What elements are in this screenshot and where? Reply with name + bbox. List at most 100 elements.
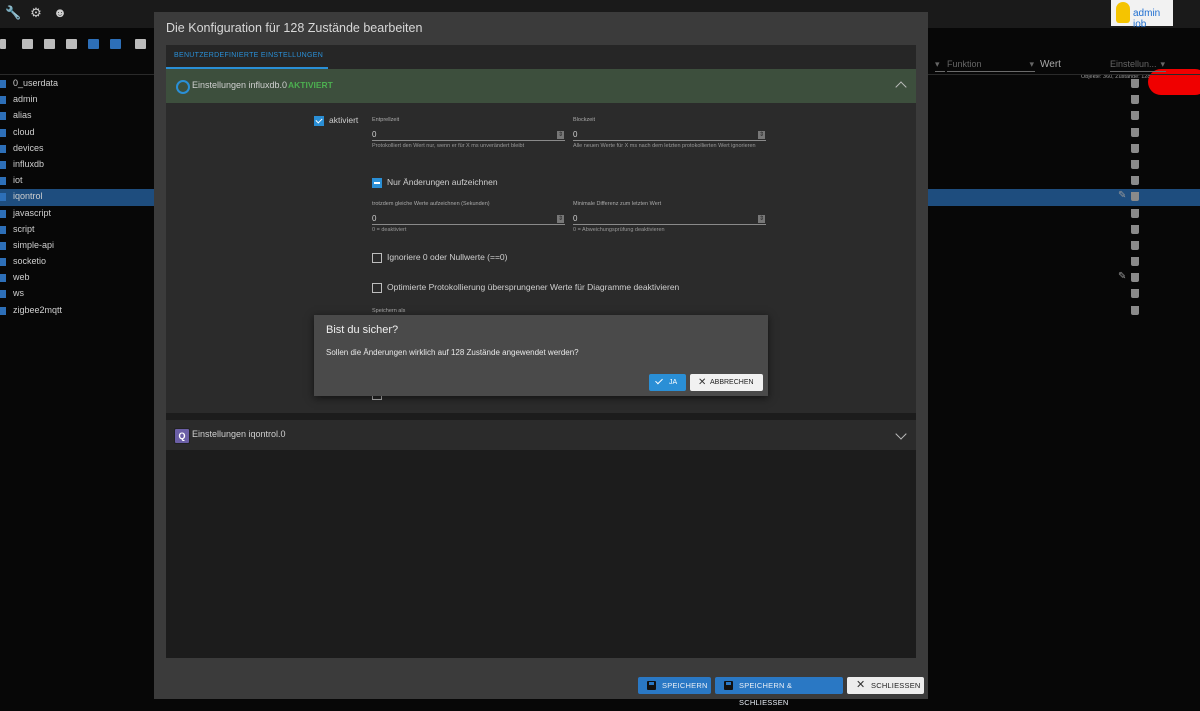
folder-icon (0, 193, 6, 202)
save-close-button[interactable]: SPEICHERN & SCHLIESSEN (715, 677, 843, 707)
tree-row-label: influxdb (13, 158, 45, 169)
trash-icon[interactable] (1131, 111, 1139, 121)
trash-icon[interactable] (1131, 208, 1139, 218)
close-button[interactable]: ✕ SCHLIESSEN (847, 677, 924, 694)
tab-bar: BENUTZERDEFINIERTE EINSTELLUNGEN (166, 45, 916, 69)
edit-icon[interactable]: ✎ (1118, 190, 1126, 201)
cancel-button[interactable]: ✕ ABBRECHEN (690, 374, 763, 391)
folder-icon (0, 128, 6, 137)
settings-select[interactable]: Einstellun... ▾ (1110, 59, 1166, 72)
aktiviert-label: aktiviert (329, 115, 359, 125)
folder-icon (0, 112, 6, 121)
tree-row-label: iqontrol (13, 191, 43, 202)
trash-icon[interactable] (1131, 305, 1139, 315)
trotzdem-helper: 0 = deaktiviert (372, 227, 407, 233)
close-icon: ✕ (856, 679, 866, 691)
aktiviert-checkbox[interactable] (314, 116, 324, 126)
tree-row-label: zigbee2mqtt (13, 304, 63, 315)
tree-row-label: web (13, 272, 30, 283)
user-head-icon[interactable]: ☻ (53, 6, 67, 20)
tree-row-label: script (13, 223, 35, 234)
folder-icon[interactable] (66, 39, 77, 49)
accordion-influxdb[interactable]: Einstellungen influxdb.0 AKTIVIERT (166, 69, 916, 103)
influxdb-icon (176, 80, 190, 94)
user-badge[interactable]: admin iob (1111, 0, 1173, 30)
folder-open-icon[interactable] (44, 39, 55, 49)
trash-icon[interactable] (1131, 289, 1139, 299)
trash-icon[interactable] (1131, 224, 1139, 234)
tree-row-label: simple-api (13, 239, 55, 250)
folder-blue-icon[interactable] (88, 39, 99, 49)
folder-icon (0, 258, 6, 267)
filter-select-1[interactable]: ▾ (935, 59, 945, 72)
blockzeit-label: Blockzeit (573, 117, 596, 123)
tree-row-label: javascript (13, 207, 52, 218)
trash-icon[interactable] (1131, 159, 1139, 169)
min-diff-helper: 0 = Abweichungsprüfung deaktivieren (573, 227, 665, 233)
min-diff-input[interactable]: 0 (573, 214, 577, 223)
status-badge: AKTIVIERT (288, 80, 333, 90)
save-button[interactable]: SPEICHERN (638, 677, 711, 694)
entprellzeit-helper: Protokolliert den Wert nur, wenn er für … (372, 143, 525, 149)
columns-icon[interactable] (22, 39, 33, 49)
trash-icon[interactable] (1131, 127, 1139, 137)
trash-icon[interactable] (1131, 176, 1139, 186)
avatar (1116, 2, 1130, 23)
refresh-icon[interactable] (0, 39, 6, 49)
entprellzeit-input[interactable]: 0 (372, 130, 376, 139)
confirm-dialog: Bist du sicher? Sollen die Änderungen wi… (314, 315, 768, 396)
iqontrol-icon: Q (174, 428, 190, 444)
confirm-message: Sollen die Änderungen wirklich auf 128 Z… (326, 348, 579, 357)
tree-row-label: socketio (13, 256, 47, 267)
tree-row-label: cloud (13, 126, 35, 137)
ignoriere-checkbox[interactable] (372, 253, 382, 263)
chevron-down-icon[interactable] (895, 428, 907, 440)
folder-blue-2-icon[interactable] (110, 39, 121, 49)
optimiert-label: Optimierte Protokollierung übersprungene… (387, 282, 680, 292)
wrench-icon[interactable]: 🔧 (5, 6, 21, 20)
trash-icon[interactable] (1131, 95, 1139, 105)
tree-row-label: 0_userdata (13, 78, 59, 88)
close-icon: ✕ (698, 377, 707, 388)
edit-icon[interactable]: ✎ (1118, 271, 1126, 282)
user-name: admin iob (1133, 8, 1161, 30)
trotzdem-stepper[interactable]: ⇕ (557, 215, 564, 223)
function-select[interactable]: Funktion ▾ (947, 59, 1035, 72)
min-diff-label: Minimale Differenz zum letzten Wert (573, 201, 662, 207)
folder-icon (0, 290, 6, 299)
nur-aenderungen-checkbox[interactable] (372, 178, 382, 188)
folder-icon (0, 80, 6, 88)
gear-icon[interactable]: ⚙ (29, 6, 43, 20)
blockzeit-stepper[interactable]: ⇕ (758, 131, 765, 139)
folder-icon (0, 241, 6, 250)
trotzdem-input[interactable]: 0 (372, 214, 376, 223)
floppy-icon (724, 681, 733, 690)
trash-icon[interactable] (1131, 240, 1139, 250)
yes-button[interactable]: JA (649, 374, 686, 391)
entprellzeit-label: Entprellzeit (372, 117, 400, 123)
folder-icon (0, 144, 6, 153)
chevron-up-icon[interactable] (895, 81, 907, 93)
info-icon[interactable] (135, 39, 146, 49)
tab-custom-settings[interactable]: BENUTZERDEFINIERTE EINSTELLUNGEN (174, 52, 323, 59)
min-diff-stepper[interactable]: ⇕ (758, 215, 765, 223)
accordion-iqontrol[interactable]: Q Einstellungen iqontrol.0 (166, 420, 916, 450)
blockzeit-input[interactable]: 0 (573, 130, 577, 139)
value-column-label: Wert (1040, 59, 1061, 70)
trash-icon[interactable] (1131, 79, 1139, 88)
optimiert-checkbox[interactable] (372, 283, 382, 293)
ignoriere-label: Ignoriere 0 oder Nullwerte (==0) (387, 252, 508, 262)
trotzdem-label: trotzdem gleiche Werte aufzeichnen (Seku… (372, 201, 490, 207)
trash-icon[interactable] (1131, 257, 1139, 267)
folder-icon (0, 225, 6, 234)
trash-icon[interactable] (1131, 192, 1139, 202)
trash-icon[interactable] (1131, 273, 1139, 283)
folder-icon (0, 96, 6, 105)
section-gap (166, 413, 916, 420)
accordion-title: Einstellungen influxdb.0 (192, 80, 288, 90)
folder-icon (0, 177, 6, 186)
trash-icon[interactable] (1131, 143, 1139, 153)
tree-row-label: admin (13, 94, 38, 105)
modal-title: Die Konfiguration für 128 Zustände bearb… (166, 21, 423, 35)
entprellzeit-stepper[interactable]: ⇕ (557, 131, 564, 139)
